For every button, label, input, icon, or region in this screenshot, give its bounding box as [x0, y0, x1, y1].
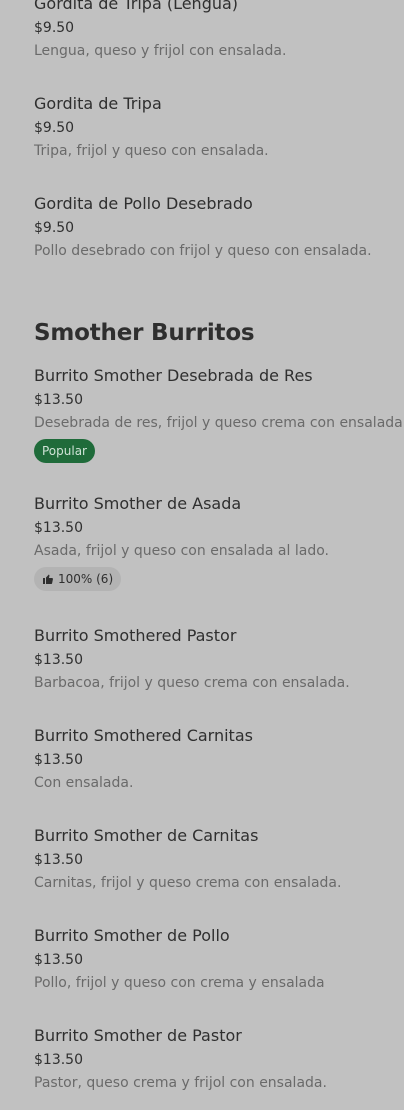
section-title: Smother Burritos [34, 320, 255, 346]
menu-item[interactable]: Burrito Smother Desebrada de Res $13.50 … [34, 366, 404, 463]
item-description: Desebrada de res, frijol y queso crema c… [34, 415, 404, 431]
popular-badge: Popular [34, 439, 95, 463]
item-name: Burrito Smothered Pastor [34, 626, 237, 645]
item-price: $13.50 [34, 852, 83, 868]
item-description: Tripa, frijol y queso con ensalada. [34, 143, 269, 159]
item-price: $9.50 [34, 220, 75, 236]
rating-badge: 100% (6) [34, 567, 122, 591]
item-price: $13.50 [34, 652, 83, 668]
menu-page: Gordita de Tripa (Lengua) $9.50 Lengua, … [0, 0, 404, 1110]
item-name: Gordita de Pollo Desebrado [34, 194, 253, 213]
menu-item[interactable]: Burrito Smother de Pastor $13.50 Pastor,… [34, 1026, 384, 1092]
item-name: Burrito Smother de Pollo [34, 926, 230, 945]
item-name: Gordita de Tripa (Lengua) [34, 0, 239, 13]
item-name: Gordita de Tripa [34, 94, 162, 113]
item-name: Burrito Smothered Carnitas [34, 726, 253, 745]
rating-text: 100% (6) [58, 572, 114, 586]
item-price: $13.50 [34, 952, 83, 968]
menu-item[interactable]: Burrito Smothered Pastor $13.50 Barbacoa… [34, 626, 384, 692]
item-description: Pollo, frijol y queso con crema y ensala… [34, 975, 325, 991]
item-name: Burrito Smother Desebrada de Res [34, 366, 313, 385]
menu-item[interactable]: Gordita de Pollo Desebrado $9.50 Pollo d… [34, 194, 384, 260]
item-price: $9.50 [34, 120, 75, 136]
item-price: $13.50 [34, 752, 83, 768]
item-price: $13.50 [34, 392, 83, 408]
item-price: $13.50 [34, 1052, 83, 1068]
thumbs-up-icon [43, 574, 53, 584]
menu-item[interactable]: Burrito Smother de Asada $13.50 Asada, f… [34, 494, 384, 591]
menu-item[interactable]: Burrito Smother de Pollo $13.50 Pollo, f… [34, 926, 384, 992]
menu-item[interactable]: Burrito Smother de Carnitas $13.50 Carni… [34, 826, 384, 892]
item-description: Pollo desebrado con frijol y queso con e… [34, 243, 372, 259]
item-description: Barbacoa, frijol y queso crema con ensal… [34, 675, 350, 691]
item-description: Con ensalada. [34, 775, 134, 791]
item-description: Lengua, queso y frijol con ensalada. [34, 43, 287, 59]
menu-item[interactable]: Gordita de Tripa $9.50 Tripa, frijol y q… [34, 94, 384, 160]
item-price: $13.50 [34, 520, 83, 536]
item-name: Burrito Smother de Pastor [34, 1026, 242, 1045]
menu-item[interactable]: Burrito Smothered Carnitas $13.50 Con en… [34, 726, 384, 792]
item-description: Asada, frijol y queso con ensalada al la… [34, 543, 329, 559]
item-price: $9.50 [34, 20, 75, 36]
item-description: Carnitas, frijol y queso crema con ensal… [34, 875, 342, 891]
item-name: Burrito Smother de Asada [34, 494, 242, 513]
item-name: Burrito Smother de Carnitas [34, 826, 259, 845]
menu-item[interactable]: Gordita de Tripa (Lengua) $9.50 Lengua, … [34, 0, 384, 60]
item-description: Pastor, queso crema y frijol con ensalad… [34, 1075, 327, 1091]
